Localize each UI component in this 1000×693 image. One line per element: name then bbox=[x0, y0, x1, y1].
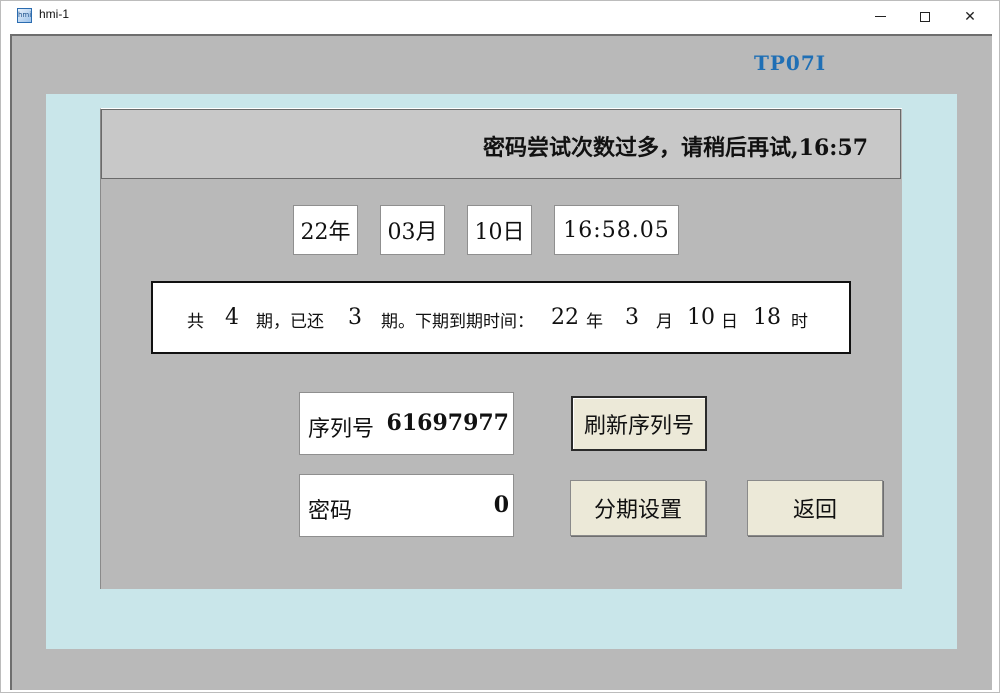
minimize-icon bbox=[874, 16, 886, 17]
app-icon: hmi bbox=[17, 8, 32, 23]
date-day-field: 10日 bbox=[467, 205, 532, 255]
brand-label: TP07I bbox=[754, 51, 827, 75]
paid-prefix-text: 期，已还 bbox=[256, 312, 324, 332]
back-button[interactable]: 返回 bbox=[747, 480, 883, 536]
installment-settings-button[interactable]: 分期设置 bbox=[570, 480, 706, 536]
due-hour-value: 18 bbox=[753, 305, 781, 330]
due-year-unit: 年 bbox=[586, 312, 603, 332]
hmi-screen: TP07I 密码尝试次数过多，请稍后再试,16:57 22年 03月 10日 1… bbox=[10, 34, 992, 690]
window-title: hmi-1 bbox=[39, 7, 70, 21]
password-value[interactable]: 0 bbox=[494, 492, 509, 518]
refresh-serial-button[interactable]: 刷新序列号 bbox=[571, 396, 707, 451]
installment-info: 共 4 期，已还 3 期。下期到期时间： 22 年 3 月 10 日 18 时 bbox=[151, 281, 851, 354]
next-due-text: 期。下期到期时间： bbox=[381, 312, 534, 332]
due-month-unit: 月 bbox=[656, 312, 673, 332]
outer-panel: 密码尝试次数过多，请稍后再试,16:57 22年 03月 10日 16:58.0… bbox=[46, 94, 957, 649]
serial-value: 61697977 bbox=[386, 410, 509, 436]
title-bar[interactable]: hmi hmi-1 ✕ bbox=[1, 1, 999, 32]
total-prefix-text: 共 bbox=[187, 312, 204, 332]
date-year-field: 22年 bbox=[293, 205, 358, 255]
inner-panel: 密码尝试次数过多，请稍后再试,16:57 22年 03月 10日 16:58.0… bbox=[100, 108, 902, 589]
due-hour-unit: 时 bbox=[791, 312, 808, 332]
close-icon: ✕ bbox=[964, 8, 976, 25]
banner-text: 密码尝试次数过多，请稍后再试,16:57 bbox=[483, 135, 869, 161]
serial-label: 序列号 bbox=[308, 417, 375, 442]
serial-number-field: 序列号 61697977 bbox=[299, 392, 514, 455]
paid-periods-value: 3 bbox=[348, 305, 362, 330]
password-label: 密码 bbox=[308, 499, 353, 524]
minimize-button[interactable] bbox=[857, 1, 903, 32]
due-year-value: 22 bbox=[551, 305, 579, 330]
date-month-field: 03月 bbox=[380, 205, 445, 255]
due-day-unit: 日 bbox=[721, 312, 738, 332]
maximize-button[interactable] bbox=[902, 1, 948, 32]
app-window: hmi hmi-1 ✕ TP07I 密码尝试次数过多，请稍后再试,16:57 2… bbox=[0, 0, 1000, 693]
due-day-value: 10 bbox=[687, 305, 715, 330]
maximize-icon bbox=[920, 11, 930, 22]
time-field: 16:58.05 bbox=[554, 205, 679, 255]
password-field[interactable]: 密码 0 bbox=[299, 474, 514, 537]
total-periods-value: 4 bbox=[225, 305, 239, 330]
due-month-value: 3 bbox=[625, 305, 639, 330]
warning-banner: 密码尝试次数过多，请稍后再试,16:57 bbox=[101, 109, 901, 179]
close-button[interactable]: ✕ bbox=[947, 1, 993, 32]
